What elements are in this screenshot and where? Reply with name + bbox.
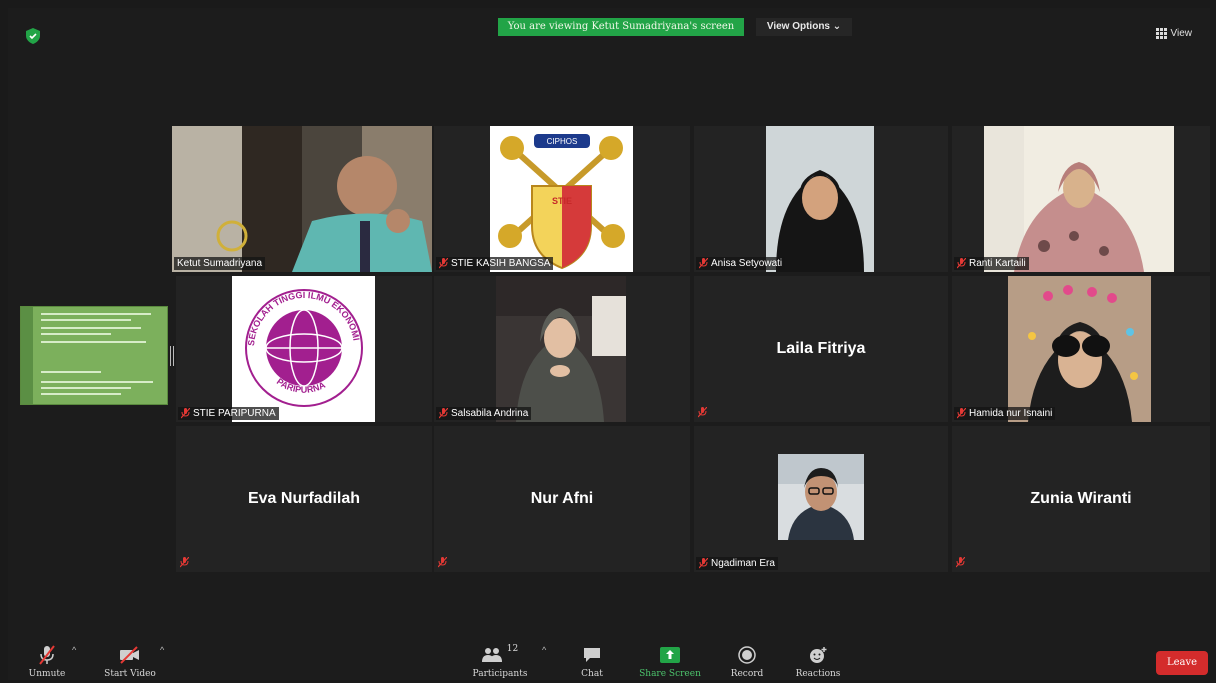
chevron-down-icon: ⌄ [832,21,842,32]
chat-icon [584,648,600,662]
participant-tile-stie-paripurna[interactable]: SEKOLAH TINGGI ILMU EKONOMI PARIPURNA ST… [176,276,432,422]
grid-view-icon [1155,28,1167,39]
reactions-button[interactable]: Reactions [792,644,844,679]
participant-label: Ranti Kartaili [954,257,1029,270]
participant-label: Anisa Setyowati [696,257,786,270]
paripurna-logo: SEKOLAH TINGGI ILMU EKONOMI PARIPURNA [232,276,375,422]
mic-muted-icon [438,557,447,568]
video-feed [984,126,1174,272]
record-button[interactable]: Record [724,644,770,679]
participants-count: 12 [506,644,519,654]
chat-label: Chat [581,669,603,679]
participants-label: Participants [472,669,528,679]
participant-name-display: Nur Afni [530,490,594,507]
participant-tile-nur-afni[interactable]: Nur Afni [434,426,690,572]
participant-tile-eva[interactable]: Eva Nurfadilah [176,426,432,572]
participant-tile-ngadiman[interactable]: Ngadiman Era [694,426,948,572]
mic-muted-icon [699,558,708,569]
mic-muted-icon [181,408,190,419]
mic-muted-icon [180,557,189,568]
start-video-button[interactable]: Start Video [100,644,160,679]
share-screen-icon [660,647,680,663]
audio-options-caret[interactable]: ^ [72,645,76,655]
video-feed [172,126,432,272]
view-label: View [1170,28,1193,39]
screen-share-banner: You are viewing Ketut Sumadriyana's scre… [498,18,744,36]
video-feed [778,454,864,540]
chat-button[interactable]: Chat [572,644,612,679]
mic-muted-icon [439,408,448,419]
logo-stie-text: STIE [552,196,572,206]
participant-label: Salsabila Andrina [436,407,532,420]
video-feed [496,276,626,422]
video-off-icon [120,646,139,664]
reactions-icon [810,647,827,663]
logo-ribbon-text: CIPHOS [547,137,578,146]
participant-label: Ketut Sumadriyana [174,257,266,270]
mic-muted-icon [439,258,448,269]
meeting-stage: You are viewing Ketut Sumadriyana's scre… [8,8,1210,680]
video-options-caret[interactable]: ^ [160,645,164,655]
participant-tile-laila[interactable]: Laila Fitriya [694,276,948,422]
participant-tile-ranti[interactable]: Ranti Kartaili [952,126,1210,272]
participant-tile-ketut[interactable]: Ketut Sumadriyana [172,126,432,272]
participant-name-display: Eva Nurfadilah [247,490,361,507]
mic-muted-icon [699,258,708,269]
meeting-toolbar: Unmute ^ Start Video ^ 12 Participants ^… [0,633,1216,683]
mic-muted-icon [698,407,707,418]
kasih-bangsa-logo: CIPHOS STIE [490,126,633,272]
participant-label: Hamida nur Isnaini [954,407,1056,420]
share-screen-button[interactable]: Share Screen [636,644,704,679]
view-options-button[interactable]: View Options ⌄ [756,18,852,36]
view-button[interactable]: View [1155,28,1193,39]
view-options-label: View Options [766,21,830,32]
participants-button[interactable]: 12 Participants [470,644,530,679]
video-feed [1008,276,1151,422]
mic-muted-icon [956,557,965,568]
unmute-label: Unmute [28,669,66,679]
record-label: Record [730,669,764,679]
participant-label: STIE PARIPURNA [178,407,279,420]
participant-tile-salsabila[interactable]: Salsabila Andrina [434,276,690,422]
leave-button[interactable]: Leave [1156,651,1208,675]
record-icon [738,646,756,664]
participant-tile-zunia[interactable]: Zunia Wiranti [952,426,1210,572]
shield-icon[interactable] [26,28,40,44]
participants-options-caret[interactable]: ^ [542,645,546,655]
mic-muted-icon [957,408,966,419]
participant-tile-stie-kasih-bangsa[interactable]: CIPHOS STIE STIE KASIH BANGSA [434,126,690,272]
participant-tile-anisa[interactable]: Anisa Setyowati [694,126,948,272]
reactions-label: Reactions [795,669,841,679]
drag-handle[interactable] [170,346,174,366]
participant-name-display: Laila Fitriya [776,340,866,357]
unmute-button[interactable]: Unmute [24,644,70,679]
participant-tile-hamida[interactable]: Hamida nur Isnaini [952,276,1210,422]
participant-label: Ngadiman Era [696,557,778,570]
video-feed [766,126,874,272]
shared-screen-thumbnail[interactable] [20,306,168,405]
participant-label: STIE KASIH BANGSA [436,257,554,270]
share-screen-label: Share Screen [639,669,701,679]
participants-icon [481,648,502,662]
start-video-label: Start Video [104,669,156,679]
mic-muted-icon [957,258,966,269]
participant-name-display: Zunia Wiranti [1030,490,1132,507]
mic-muted-icon [39,645,55,665]
